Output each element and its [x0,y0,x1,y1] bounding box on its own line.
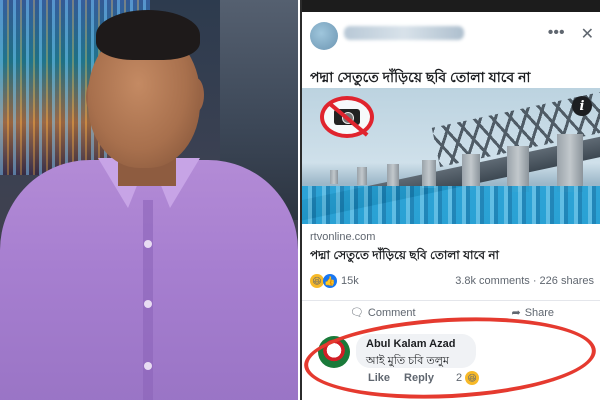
comments-shares-count[interactable]: 3.8k comments · 226 shares [455,275,594,287]
bridge-pier [422,160,436,188]
bridge-pier [330,170,338,184]
comment-icon: 🗨 [349,307,364,319]
shirt-button [144,300,152,308]
reactions-summary[interactable]: 😆 👍 15k [310,274,359,288]
post-text: পদ্মা সেতুতে দাঁড়িয়ে ছবি তোলা যাবে না [310,69,531,85]
page-avatar-blurred[interactable] [310,22,338,50]
facebook-post-screenshot: ••• ✕ পদ্মা সেতুতে দাঁড়িয়ে ছবি তোলা যা… [300,0,600,400]
bridge-pier [462,154,480,190]
reactions-count: 15k [341,275,359,287]
haha-reaction-icon: 😆 [310,274,324,288]
status-bar [302,0,600,12]
bridge-pier [357,167,367,185]
like-reaction-icon: 👍 [323,274,337,288]
post-stats: 😆 👍 15k 3.8k comments · 226 shares [310,274,594,290]
shirt-button [144,240,152,248]
page-name-blurred[interactable] [344,26,464,40]
info-icon[interactable]: i [572,96,592,116]
comment-button-label: Comment [367,307,416,319]
share-button[interactable]: ➦ Share [511,306,554,319]
bridge-pier [557,134,583,192]
link-source[interactable]: rtvonline.com [310,231,375,243]
hair [96,10,200,60]
more-dots-icon[interactable]: ••• [548,24,565,44]
close-icon[interactable]: ✕ [581,24,594,44]
river-water [302,186,600,224]
post-header-icons: ••• ✕ [548,24,594,44]
share-button-label: Share [524,307,555,319]
comment-button[interactable]: 🗨 Comment [350,306,416,319]
share-icon: ➦ [511,307,521,319]
bridge-pier [387,164,399,186]
bridge-image[interactable]: i [302,88,600,224]
no-photography-icon [320,96,374,138]
post-header: ••• ✕ [302,16,600,52]
man-photo [0,0,298,400]
shirt-button [144,362,152,370]
link-title[interactable]: পদ্মা সেতুতে দাঁড়িয়ে ছবি তোলা যাবে না [310,247,499,267]
